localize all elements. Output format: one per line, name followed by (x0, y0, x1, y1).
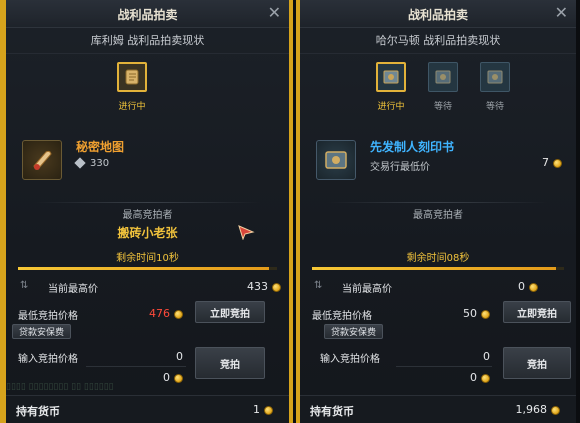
slot-1-status: 进行中 (377, 102, 405, 112)
map-scroll-icon (22, 140, 62, 180)
slot-1-status: 进行中 (118, 102, 146, 112)
deposit-button[interactable]: 贷款安保费 (12, 324, 72, 339)
current-bid-label: 当前最高价 (342, 284, 392, 295)
current-bid-value: 0 (518, 280, 538, 293)
window-title: 战利品拍卖 (407, 8, 468, 22)
input-bid-field[interactable]: 0 (176, 350, 183, 363)
engraving-book-icon (383, 70, 399, 84)
bid-button[interactable]: 竞拍 (503, 347, 571, 379)
gold-coin-icon (529, 282, 538, 292)
divider (34, 202, 261, 203)
bid-marker-icon (238, 225, 255, 240)
auction-slot-1[interactable] (117, 62, 147, 92)
frame-border-middle (289, 0, 300, 423)
input-bid-total[interactable]: 0 (470, 371, 490, 384)
gold-coin-icon (553, 158, 562, 168)
engraving-book-icon (487, 70, 503, 84)
min-bid-amount: 476 (149, 307, 170, 320)
divider (328, 202, 548, 203)
slot-3-status: 等待 (485, 102, 504, 112)
auction-status-subtitle: 库利姆 战利品拍卖现状 (6, 28, 289, 54)
current-bid-row: ⇅ 当前最高价 433 (14, 280, 281, 298)
auction-slots: 进行中 等待 等待 (300, 62, 576, 122)
window-title: 战利品拍卖 (117, 8, 178, 22)
item-name: 秘密地图 (76, 140, 125, 154)
highest-bidder-section: 最高竞拍者 搬砖小老张 剩余时间10秒 (14, 200, 281, 270)
updown-arrows-icon: ⇅ (20, 280, 29, 291)
item-info: 秘密地图 330 (16, 132, 279, 188)
buyout-button[interactable]: 立即竞拍 (195, 301, 265, 323)
input-bid-label: 输入竞拍价格 (320, 354, 380, 365)
current-bid-row: ⇅ 当前最高价 0 (308, 280, 568, 298)
currency-footer: 持有货币 1 (6, 395, 289, 423)
highest-bidder-label: 最高竞拍者 (122, 210, 173, 221)
gold-coin-icon (264, 405, 273, 415)
gold-coin-icon (481, 373, 490, 383)
close-icon[interactable]: ✕ (268, 3, 281, 22)
input-bid-label: 输入竞拍价格 (18, 354, 78, 365)
market-min-price-amount: 7 (542, 156, 549, 169)
bid-button[interactable]: 竞拍 (195, 347, 265, 379)
currency-amount: 1,968 (515, 403, 548, 416)
auction-slots: 进行中 (6, 62, 289, 122)
gold-coin-icon (174, 309, 183, 319)
currency-label: 持有货币 (310, 405, 354, 418)
input-bid-field[interactable]: 0 (483, 350, 490, 363)
remaining-time: 剩余时间10秒 (116, 253, 179, 264)
auction-panel-right: 战利品拍卖 ✕ 哈尔马顿 战利品拍卖现状 进行中 等待 等待 先发制人刻印书 交… (300, 0, 576, 423)
slot-2-status: 等待 (433, 102, 452, 112)
auction-panel-left: 战利品拍卖 ✕ 库利姆 战利品拍卖现状 进行中 秘密地图 330 最高竞拍者 搬… (6, 0, 289, 423)
auction-slot-2[interactable] (428, 62, 458, 92)
auction-status-subtitle: 哈尔马顿 战利品拍卖现状 (300, 28, 576, 54)
item-level-value: 330 (90, 158, 110, 169)
min-bid-amount: 50 (463, 307, 477, 320)
current-bid-amount: 433 (247, 280, 268, 293)
auction-slot-3[interactable] (480, 62, 510, 92)
timer-progress-fill (18, 267, 270, 270)
timer-progress-bar (18, 267, 277, 270)
currency-value: 1,968 (515, 403, 560, 416)
updown-arrows-icon: ⇅ (314, 280, 323, 291)
min-bid-value: 50 (463, 307, 490, 320)
title-bar: 战利品拍卖 ✕ (300, 0, 576, 28)
buyout-button[interactable]: 立即竞拍 (503, 301, 571, 323)
min-bid-label: 最低竞拍价格 (18, 311, 78, 322)
gold-coin-icon (551, 405, 560, 415)
item-name: 先发制人刻印书 (370, 140, 455, 154)
remaining-time: 剩余时间08秒 (406, 253, 470, 264)
highest-bidder-section: 最高竞拍者 剩余时间08秒 (308, 200, 568, 270)
currency-label: 持有货币 (16, 405, 60, 418)
engraving-book-icon (435, 70, 451, 84)
currency-value: 1 (253, 403, 273, 416)
timer-progress-fill (312, 267, 557, 270)
market-min-price-value: 7 (542, 156, 562, 169)
title-bar: 战利品拍卖 ✕ (6, 0, 289, 28)
item-info: 先发制人刻印书 交易行最低价 7 (310, 132, 566, 188)
currency-amount: 1 (253, 403, 260, 416)
input-underline (396, 366, 492, 367)
current-bid-amount: 0 (518, 280, 525, 293)
gem-icon (74, 157, 86, 169)
gold-coin-icon (272, 282, 281, 292)
close-icon[interactable]: ✕ (555, 3, 568, 22)
frame-border-right (576, 0, 580, 423)
scroll-icon (125, 69, 139, 85)
gold-coin-icon (481, 309, 490, 319)
currency-footer: 持有货币 1,968 (300, 395, 576, 423)
highest-bidder-label: 最高竞拍者 (413, 210, 463, 221)
timer-progress-bar (312, 267, 564, 270)
auction-slot-1[interactable] (376, 62, 406, 92)
min-bid-value: 476 (149, 307, 183, 320)
market-min-price-label: 交易行最低价 (370, 162, 430, 173)
deposit-button[interactable]: 贷款安保费 (324, 324, 384, 339)
min-bid-label: 最低竞拍价格 (312, 311, 372, 322)
input-underline (86, 366, 186, 367)
current-bid-label: 当前最高价 (48, 284, 98, 295)
engraving-book-icon (316, 140, 356, 180)
input-bid-total-amount: 0 (470, 371, 477, 384)
item-level: 330 (74, 157, 110, 169)
current-bid-value: 433 (247, 280, 281, 293)
chat-overlay-ghost: ▯▯▯▯ ▯▯▯▯▯▯▯▯ ▯▯ ▯▯▯▯▯▯ (6, 382, 114, 392)
